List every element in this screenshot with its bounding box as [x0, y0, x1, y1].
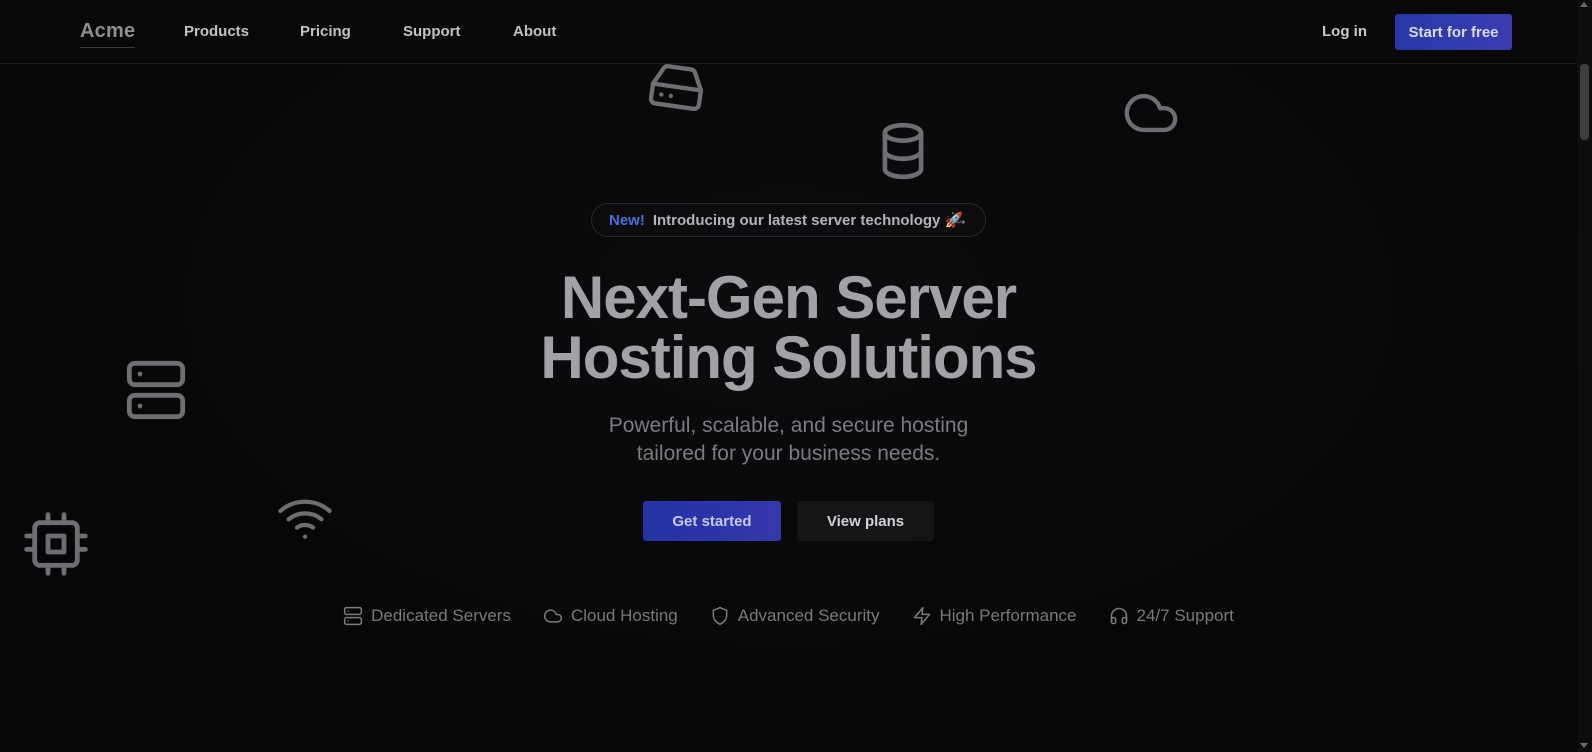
nav-link-pricing[interactable]: Pricing: [300, 23, 351, 40]
get-started-button[interactable]: Get started: [643, 501, 781, 541]
view-plans-button[interactable]: View plans: [797, 501, 934, 541]
nav-link-support[interactable]: Support: [403, 23, 461, 40]
hero-subtitle-line-1: Powerful, scalable, and secure hosting: [608, 414, 969, 437]
zap-icon: [913, 606, 930, 626]
nav-link-products[interactable]: Products: [184, 23, 249, 40]
feature-label: High Performance: [939, 606, 1077, 625]
cpu-icon: [24, 512, 88, 576]
cloud-icon: [543, 609, 563, 623]
login-link[interactable]: Log in: [1322, 23, 1367, 40]
announcement-pill[interactable]: New! Introducing our latest server techn…: [591, 203, 986, 237]
feature-advanced-security: Advanced Security: [710, 606, 880, 626]
scroll-up-arrow-icon[interactable]: [1580, 2, 1588, 7]
database-icon: [868, 120, 938, 182]
shield-icon: [712, 606, 728, 626]
feature-label: 24/7 Support: [1136, 606, 1234, 625]
feature-label: Dedicated Servers: [371, 606, 511, 625]
hero-title-line-1: Next-Gen Server: [560, 264, 1017, 331]
nav-link-about[interactable]: About: [513, 23, 556, 40]
hard-drive-icon: [644, 58, 710, 116]
hero-title-line-2: Hosting Solutions: [540, 324, 1037, 391]
announcement-text: Introducing our latest server technology…: [652, 212, 964, 229]
feature-cloud-hosting: Cloud Hosting: [543, 606, 678, 626]
feature-label: Cloud Hosting: [570, 606, 678, 625]
feature-high-performance: High Performance: [912, 606, 1077, 626]
start-for-free-button[interactable]: Start for free: [1395, 14, 1512, 50]
hero-subtitle: Powerful, scalable, and secure hosting t…: [0, 412, 1577, 468]
hero-subtitle-line-2: tailored for your business needs.: [636, 442, 941, 465]
vertical-scrollbar[interactable]: [1577, 0, 1592, 752]
feature-label: Advanced Security: [737, 606, 880, 625]
feature-support: 24/7 Support: [1109, 606, 1234, 626]
feature-dedicated-servers: Dedicated Servers: [343, 606, 511, 626]
cloud-icon: [1118, 84, 1184, 142]
wifi-icon: [270, 490, 340, 546]
arrow-right-icon: →: [951, 209, 969, 229]
headphones-icon: [1110, 607, 1127, 625]
top-nav: Acme Products Pricing Support About Log …: [0, 0, 1577, 64]
scroll-down-arrow-icon[interactable]: [1580, 743, 1588, 748]
features-row: Dedicated Servers Cloud Hosting Advanced…: [0, 606, 1577, 626]
logo[interactable]: Acme: [80, 20, 136, 48]
scroll-thumb[interactable]: [1580, 64, 1589, 140]
server-icon: [344, 606, 363, 626]
page: Acme Products Pricing Support About Log …: [0, 0, 1577, 752]
new-badge: New!: [609, 211, 645, 229]
hero-title: Next-Gen Server Hosting Solutions: [0, 268, 1577, 388]
